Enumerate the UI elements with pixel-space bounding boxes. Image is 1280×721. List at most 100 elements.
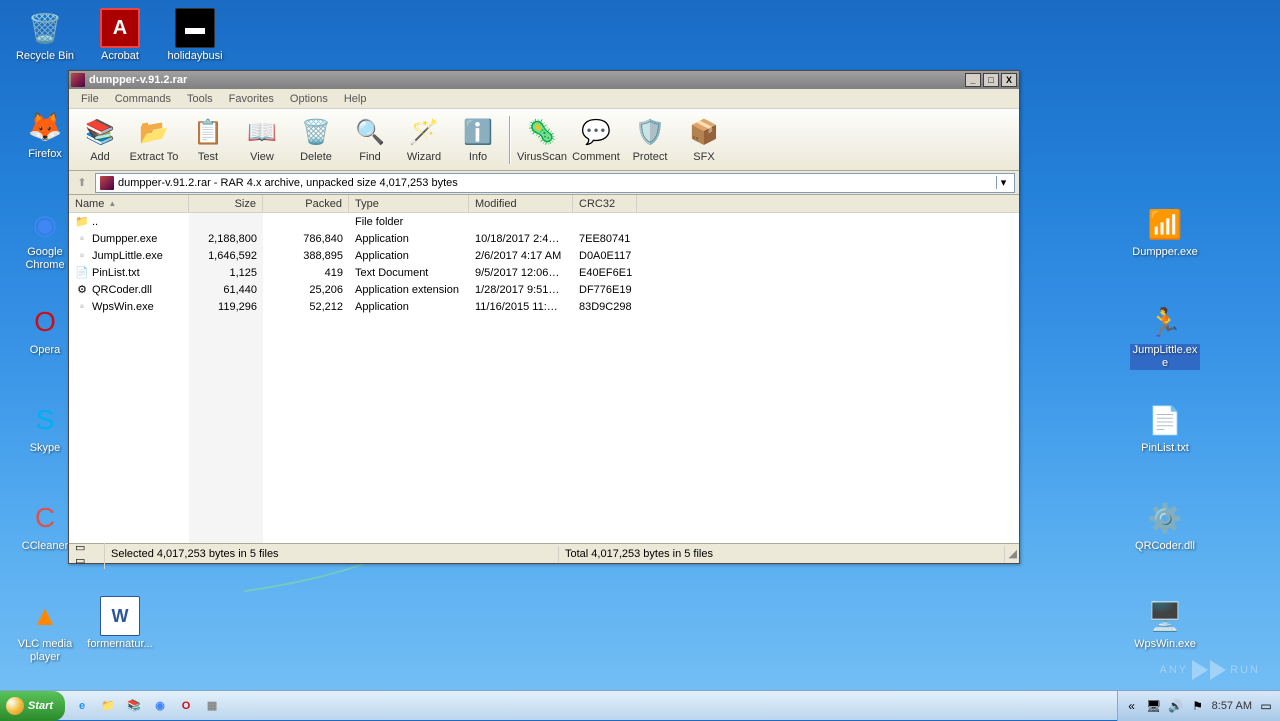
header-packed[interactable]: Packed: [263, 195, 349, 212]
menu-file[interactable]: File: [73, 91, 107, 107]
desktop-icon-dumpper-exe[interactable]: 📶Dumpper.exe: [1130, 204, 1200, 259]
extract-button[interactable]: 📂Extract To: [127, 112, 181, 168]
table-row[interactable]: ▫️WpsWin.exe119,29652,212Application11/1…: [69, 298, 1019, 315]
menu-tools[interactable]: Tools: [179, 91, 221, 107]
desktop-icon-holidaybus[interactable]: ▬holidaybusi: [160, 8, 230, 63]
protect-icon: 🛡️: [634, 117, 666, 149]
file-type: Application: [349, 233, 469, 245]
comment-icon: 💬: [580, 117, 612, 149]
ql-explorer-button[interactable]: 📁: [97, 695, 119, 717]
header-size[interactable]: Size: [189, 195, 263, 212]
winrar-icon: 📚: [127, 699, 141, 712]
formernatur-icon: W: [100, 596, 140, 636]
find-button[interactable]: 🔍Find: [343, 112, 397, 168]
desktop-icon-formernatur[interactable]: Wformernatur...: [85, 596, 155, 651]
desktop-icon-acrobat[interactable]: AAcrobat: [85, 8, 155, 63]
maximize-button[interactable]: □: [983, 73, 999, 87]
virusscan-button[interactable]: 🦠VirusScan: [515, 112, 569, 168]
file-crc: 7EE80741: [573, 233, 637, 245]
desktop-icon-vlc[interactable]: ▲VLC media player: [10, 596, 80, 664]
info-button[interactable]: ℹ️Info: [451, 112, 505, 168]
file-area: Name▲ Size Packed Type Modified CRC32 📁.…: [69, 195, 1019, 543]
skype-icon: S: [25, 400, 65, 440]
path-text: dumpper-v.91.2.rar - RAR 4.x archive, un…: [118, 177, 992, 189]
table-row[interactable]: ⚙QRCoder.dll61,44025,206Application exte…: [69, 281, 1019, 298]
menu-favorites[interactable]: Favorites: [221, 91, 282, 107]
desktop-icon-recycle-bin[interactable]: 🗑️Recycle Bin: [10, 8, 80, 63]
app-icon: ▦: [207, 699, 217, 712]
up-arrow-icon[interactable]: ⬆: [73, 174, 91, 192]
desktop-icon-wpswin-exe[interactable]: 🖥️WpsWin.exe: [1130, 596, 1200, 651]
icon-label: formernatur...: [85, 638, 155, 651]
toolbar-label: Extract To: [130, 151, 179, 163]
statusbar: ▭ ▭ Selected 4,017,253 bytes in 5 files …: [69, 543, 1019, 563]
add-button[interactable]: 📚Add: [73, 112, 127, 168]
start-button[interactable]: Start: [0, 691, 65, 721]
chrome-icon: ◉: [25, 204, 65, 244]
chrome-icon: ◉: [155, 699, 165, 712]
opera-icon: O: [25, 302, 65, 342]
file-modified: 2/6/2017 4:17 AM: [469, 250, 573, 262]
icon-label: Dumpper.exe: [1130, 246, 1200, 259]
desktop-icon-qrcoder-dll[interactable]: ⚙️QRCoder.dll: [1130, 498, 1200, 553]
start-label: Start: [28, 700, 53, 712]
tray-flag-icon[interactable]: ⚑: [1190, 698, 1206, 714]
table-row[interactable]: ▫️JumpLittle.exe1,646,592388,895Applicat…: [69, 247, 1019, 264]
ql-ie-button[interactable]: e: [71, 695, 93, 717]
resize-grip-icon[interactable]: ◢: [1005, 547, 1019, 560]
header-crc[interactable]: CRC32: [573, 195, 637, 212]
clock[interactable]: 8:57 AM: [1212, 700, 1252, 712]
table-row[interactable]: 📄PinList.txt1,125419Text Document9/5/201…: [69, 264, 1019, 281]
tray-net-icon[interactable]: 🖥: [1146, 698, 1162, 714]
minimize-button[interactable]: _: [965, 73, 981, 87]
sfx-button[interactable]: 📦SFX: [677, 112, 731, 168]
add-icon: 📚: [84, 117, 116, 149]
file-list[interactable]: 📁..File folder▫️Dumpper.exe2,188,800786,…: [69, 213, 1019, 543]
view-button[interactable]: 📖View: [235, 112, 289, 168]
tray-vol-icon[interactable]: 🔊: [1168, 698, 1184, 714]
dropdown-icon[interactable]: ▾: [996, 176, 1010, 189]
taskbar: Start e 📁 📚 ◉ O ▦ « 🖥 🔊 ⚑ 8:57 AM ▭: [0, 690, 1280, 720]
toolbar-label: Protect: [633, 151, 668, 163]
virusscan-icon: 🦠: [526, 117, 558, 149]
file-size: 1,125: [189, 267, 263, 279]
file-modified: 9/5/2017 12:06…: [469, 267, 573, 279]
file-name: JumpLittle.exe: [92, 250, 163, 262]
column-headers: Name▲ Size Packed Type Modified CRC32: [69, 195, 1019, 213]
titlebar[interactable]: dumpper-v.91.2.rar _ □ X: [69, 71, 1019, 89]
ql-winrar-button[interactable]: 📚: [123, 695, 145, 717]
ql-app-button[interactable]: ▦: [201, 695, 223, 717]
windows-orb-icon: [6, 697, 24, 715]
header-type[interactable]: Type: [349, 195, 469, 212]
close-button[interactable]: X: [1001, 73, 1017, 87]
comment-button[interactable]: 💬Comment: [569, 112, 623, 168]
desktop-icon-jumplittle-exe[interactable]: 🏃JumpLittle.exe: [1130, 302, 1200, 370]
explorer-icon: 📁: [101, 699, 115, 712]
desktop[interactable]: 🗑️Recycle BinAAcrobat▬holidaybusi🦊Firefo…: [0, 0, 1280, 720]
menu-options[interactable]: Options: [282, 91, 336, 107]
menu-commands[interactable]: Commands: [107, 91, 179, 107]
toolbar: 📚Add📂Extract To📋Test📖View🗑️Delete🔍Find🪄W…: [69, 109, 1019, 171]
toolbar-separator: [509, 116, 511, 164]
table-row[interactable]: 📁..File folder: [69, 213, 1019, 230]
test-button[interactable]: 📋Test: [181, 112, 235, 168]
file-name: ..: [92, 216, 98, 228]
icon-label: PinList.txt: [1130, 442, 1200, 455]
menu-help[interactable]: Help: [336, 91, 375, 107]
ql-chrome-button[interactable]: ◉: [149, 695, 171, 717]
table-row[interactable]: ▫️Dumpper.exe2,188,800786,840Application…: [69, 230, 1019, 247]
file-size: 119,296: [189, 301, 263, 313]
delete-button[interactable]: 🗑️Delete: [289, 112, 343, 168]
watermark: ANY RUN: [1160, 660, 1260, 680]
header-name[interactable]: Name▲: [69, 195, 189, 212]
show-desktop-button[interactable]: ▭: [1258, 698, 1274, 714]
tray-expand-icon[interactable]: «: [1124, 698, 1140, 714]
path-combobox[interactable]: dumpper-v.91.2.rar - RAR 4.x archive, un…: [95, 173, 1015, 193]
wizard-button[interactable]: 🪄Wizard: [397, 112, 451, 168]
desktop-icon-pinlist-txt[interactable]: 📄PinList.txt: [1130, 400, 1200, 455]
firefox-icon: 🦊: [25, 106, 65, 146]
recycle-bin-icon: 🗑️: [25, 8, 65, 48]
header-modified[interactable]: Modified: [469, 195, 573, 212]
ql-opera-button[interactable]: O: [175, 695, 197, 717]
protect-button[interactable]: 🛡️ Protect: [623, 112, 677, 168]
